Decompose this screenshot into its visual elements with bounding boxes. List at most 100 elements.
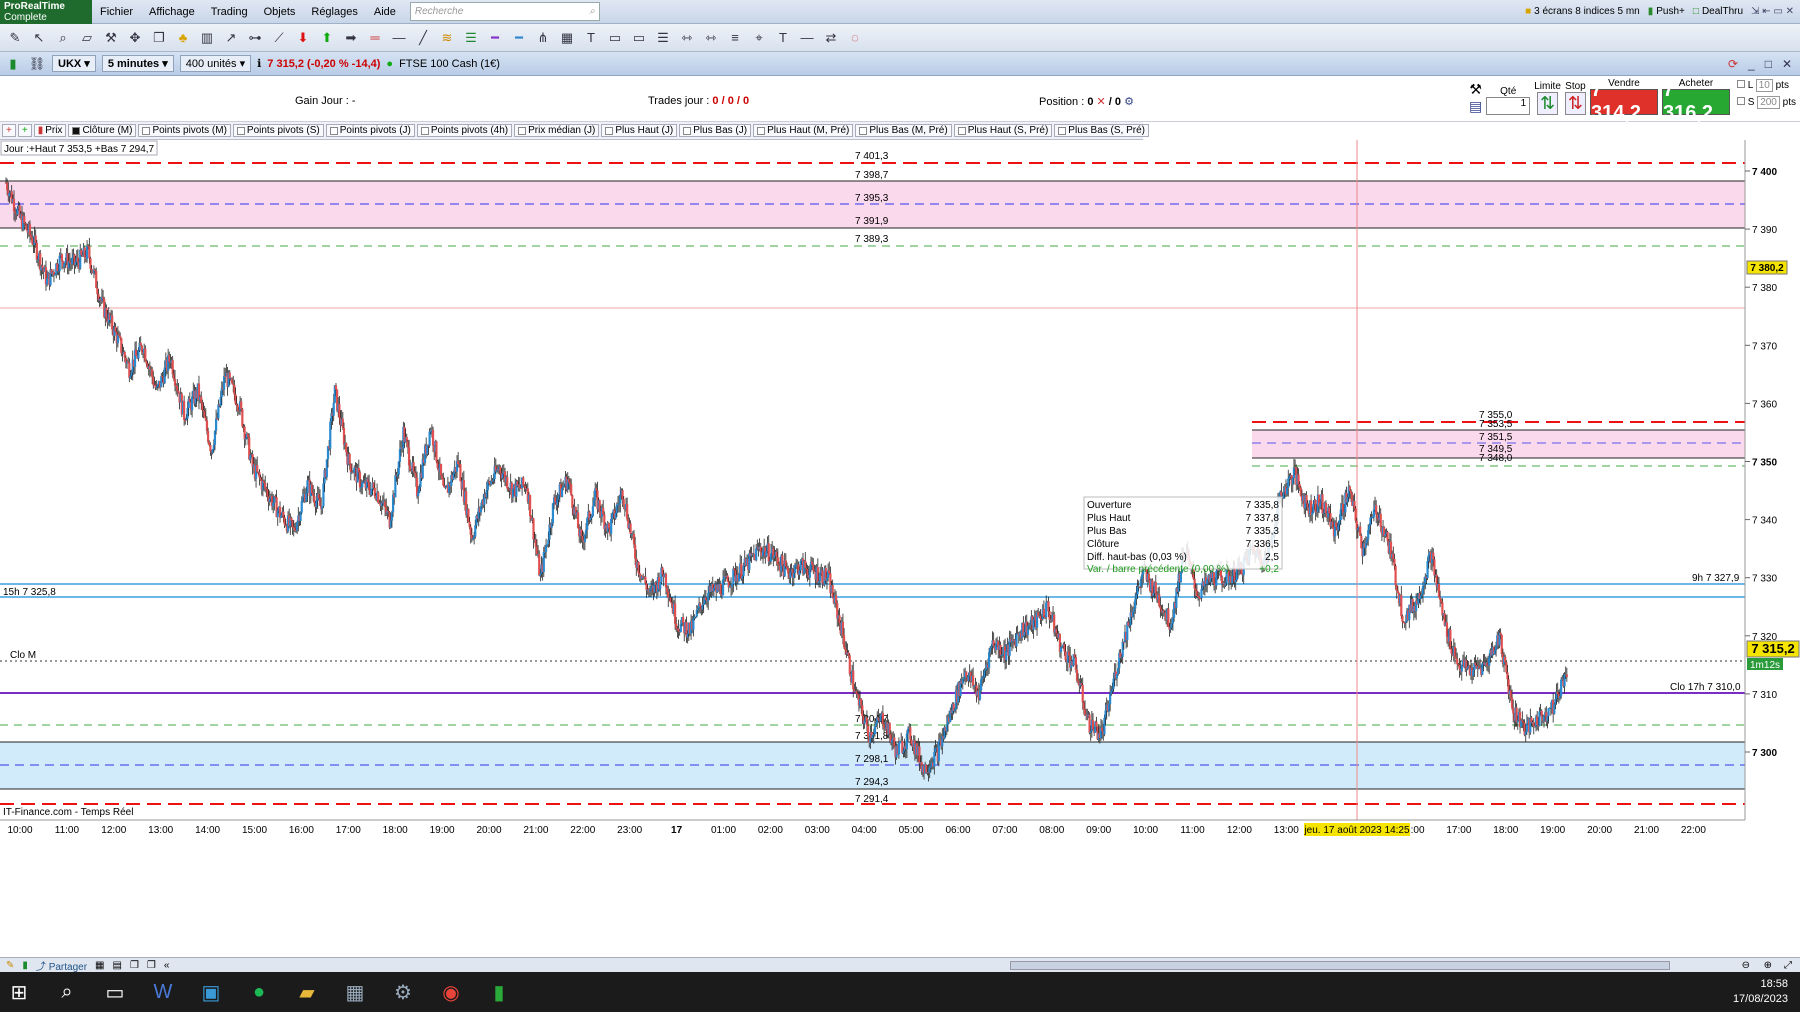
stop-order-button[interactable]: ⇅ <box>1564 92 1586 115</box>
zoom-in-icon[interactable]: ⊕ <box>1764 960 1772 971</box>
search-input[interactable]: Recherche ⌕ <box>409 2 600 21</box>
zoom-out-icon[interactable]: ⊖ <box>1742 960 1750 971</box>
wrench-icon[interactable]: ⚒ <box>1469 81 1482 98</box>
right-arrow-icon[interactable]: ➡ <box>342 29 360 47</box>
range2-icon[interactable]: ⇿ <box>702 29 720 47</box>
spotify-icon[interactable]: ● <box>246 979 272 1005</box>
maximize-icon[interactable]: □ <box>1765 57 1772 71</box>
ticker-selector[interactable]: UKX ▾ <box>52 55 96 72</box>
trash-icon[interactable]: ▥ <box>198 29 216 47</box>
sell-button[interactable]: 7 314,2 <box>1590 79 1658 124</box>
window2-icon[interactable]: ❐ <box>147 960 156 971</box>
menu-trading[interactable]: Trading <box>203 6 256 18</box>
menu-reglages[interactable]: Réglages <box>303 6 365 18</box>
sell-arrow-icon[interactable]: ⬇ <box>294 29 312 47</box>
lines-icon[interactable]: ☰ <box>654 29 672 47</box>
draw-icon[interactable]: ✎ <box>6 960 14 971</box>
fit-icon[interactable]: ⤢ <box>1784 960 1792 971</box>
move-icon[interactable]: ✥ <box>126 29 144 47</box>
purple-line-icon[interactable]: ━ <box>486 29 504 47</box>
price-chart[interactable]: Jour :+Haut 7 353,5 +Bas 7 294,7 7 401,3… <box>0 140 1800 942</box>
ind-median-j[interactable]: Prix médian (J) <box>514 124 600 137</box>
ind-high-s[interactable]: Plus Haut (S, Pré) <box>953 124 1053 137</box>
dash-icon[interactable]: — <box>798 29 816 47</box>
prorealtime-app-icon[interactable]: ▮ <box>486 979 512 1005</box>
channel-icon[interactable]: ≋ <box>438 29 456 47</box>
ind-high-j[interactable]: Plus Haut (J) <box>601 124 678 137</box>
menu-aide[interactable]: Aide <box>366 6 404 18</box>
windows-start-icon[interactable]: ⊞ <box>6 979 32 1005</box>
text2-icon[interactable]: T <box>774 29 792 47</box>
scroll-left-icon[interactable]: « <box>164 960 170 971</box>
task-view-icon[interactable]: ▭ <box>102 979 128 1005</box>
ind-prix[interactable]: ▮ Prix <box>33 124 67 137</box>
units-selector[interactable]: 400 unités ▾ <box>179 55 252 72</box>
calculator-icon[interactable]: ▦ <box>342 979 368 1005</box>
range-icon[interactable]: ⇿ <box>678 29 696 47</box>
qty-input[interactable]: 1 <box>1486 97 1531 115</box>
arrows-icon[interactable]: ⇄ <box>822 29 840 47</box>
menu-objets[interactable]: Objets <box>256 6 304 18</box>
text-icon[interactable]: T <box>582 29 600 47</box>
list-icon[interactable]: ▤ <box>113 960 122 971</box>
levels-icon[interactable]: ≡ <box>726 29 744 47</box>
ind-pivots-4h[interactable]: Points pivots (4h) <box>416 124 513 137</box>
link-icon[interactable]: ⛓ <box>28 55 46 73</box>
store-icon[interactable]: ▣ <box>198 979 224 1005</box>
limit-order-button[interactable]: ⇅ <box>1537 92 1559 115</box>
ind-cloture-m[interactable]: Clôture (M) <box>68 124 137 137</box>
ind-low-j[interactable]: Plus Bas (J) <box>679 124 752 137</box>
buy-arrow-icon[interactable]: ⬆ <box>318 29 336 47</box>
ind-pivots-j[interactable]: Points pivots (J) <box>325 124 415 137</box>
calc-icon[interactable]: ▤ <box>1469 98 1482 115</box>
hammer-icon[interactable]: ⚒ <box>102 29 120 47</box>
s-value-input[interactable]: 200 <box>1757 96 1780 109</box>
info-icon[interactable]: ℹ <box>257 57 261 70</box>
pointer-icon[interactable]: ↖ <box>30 29 48 47</box>
s-checkbox[interactable] <box>1736 97 1745 105</box>
arrow-line-icon[interactable]: ↗ <box>222 29 240 47</box>
close-position-icon[interactable]: ✕ <box>1097 96 1106 108</box>
ind-pivots-m[interactable]: Points pivots (M) <box>138 124 231 137</box>
ind-pivots-s[interactable]: Points pivots (S) <box>232 124 324 137</box>
grid-icon[interactable]: ▦ <box>558 29 576 47</box>
copy-icon[interactable]: ❐ <box>150 29 168 47</box>
word-icon[interactable]: W <box>150 979 176 1005</box>
measure-icon[interactable]: ⌖ <box>750 29 768 47</box>
ind-high-m[interactable]: Plus Haut (M, Pré) <box>753 124 854 137</box>
share-button[interactable]: ⤴ Partager <box>36 958 87 973</box>
timeframe-selector[interactable]: 5 minutes ▾ <box>101 55 174 72</box>
pencil-icon[interactable]: ✎ <box>6 29 24 47</box>
blue-line-icon[interactable]: ━ <box>510 29 528 47</box>
search-icon[interactable]: ⌕ <box>54 979 80 1005</box>
chart-type-icon[interactable]: ▮ <box>4 55 22 73</box>
hline-icon[interactable]: ═ <box>366 29 384 47</box>
line-icon[interactable]: — <box>390 29 408 47</box>
folder-icon[interactable]: ▰ <box>294 979 320 1005</box>
ind-low-s[interactable]: Plus Bas (S, Pré) <box>1054 124 1149 137</box>
diag-line-icon[interactable]: ╱ <box>414 29 432 47</box>
l-value-input[interactable]: 10 <box>1755 79 1773 92</box>
menu-fichier[interactable]: Fichier <box>92 6 141 18</box>
rect2-icon[interactable]: ▭ <box>630 29 648 47</box>
search-icon[interactable]: ⌕ <box>589 6 595 17</box>
add-overlay-icon[interactable]: + <box>17 124 32 137</box>
minimize-icon[interactable]: _ <box>1748 57 1755 71</box>
window-controls[interactable]: ⇲ ⇤ ▭ ✕ <box>1751 6 1794 17</box>
add-indicator-icon[interactable]: + <box>2 124 16 137</box>
rect-icon[interactable]: ▭ <box>606 29 624 47</box>
window-icon[interactable]: ❐ <box>130 960 139 971</box>
system-clock[interactable]: 18:58 17/08/2023 <box>1733 977 1800 1007</box>
refresh-icon[interactable]: ⟳ <box>1728 57 1738 71</box>
layout-icon[interactable]: ▦ <box>95 960 104 971</box>
ruler-icon[interactable]: ▱ <box>78 29 96 47</box>
horizontal-scrollbar[interactable] <box>1010 960 1670 970</box>
close-icon[interactable]: ✕ <box>1782 57 1792 71</box>
dealthru-button[interactable]: □ DealThru <box>1693 6 1743 17</box>
pitchfork-icon[interactable]: ⋔ <box>534 29 552 47</box>
price-axis[interactable] <box>1745 140 1800 942</box>
l-checkbox[interactable] <box>1736 80 1745 88</box>
settings-app-icon[interactable]: ⚙ <box>390 979 416 1005</box>
screens-selector[interactable]: ■ 3 écrans 8 indices 5 mn <box>1525 6 1640 17</box>
buy-button[interactable]: 7 316,2 <box>1662 79 1730 124</box>
